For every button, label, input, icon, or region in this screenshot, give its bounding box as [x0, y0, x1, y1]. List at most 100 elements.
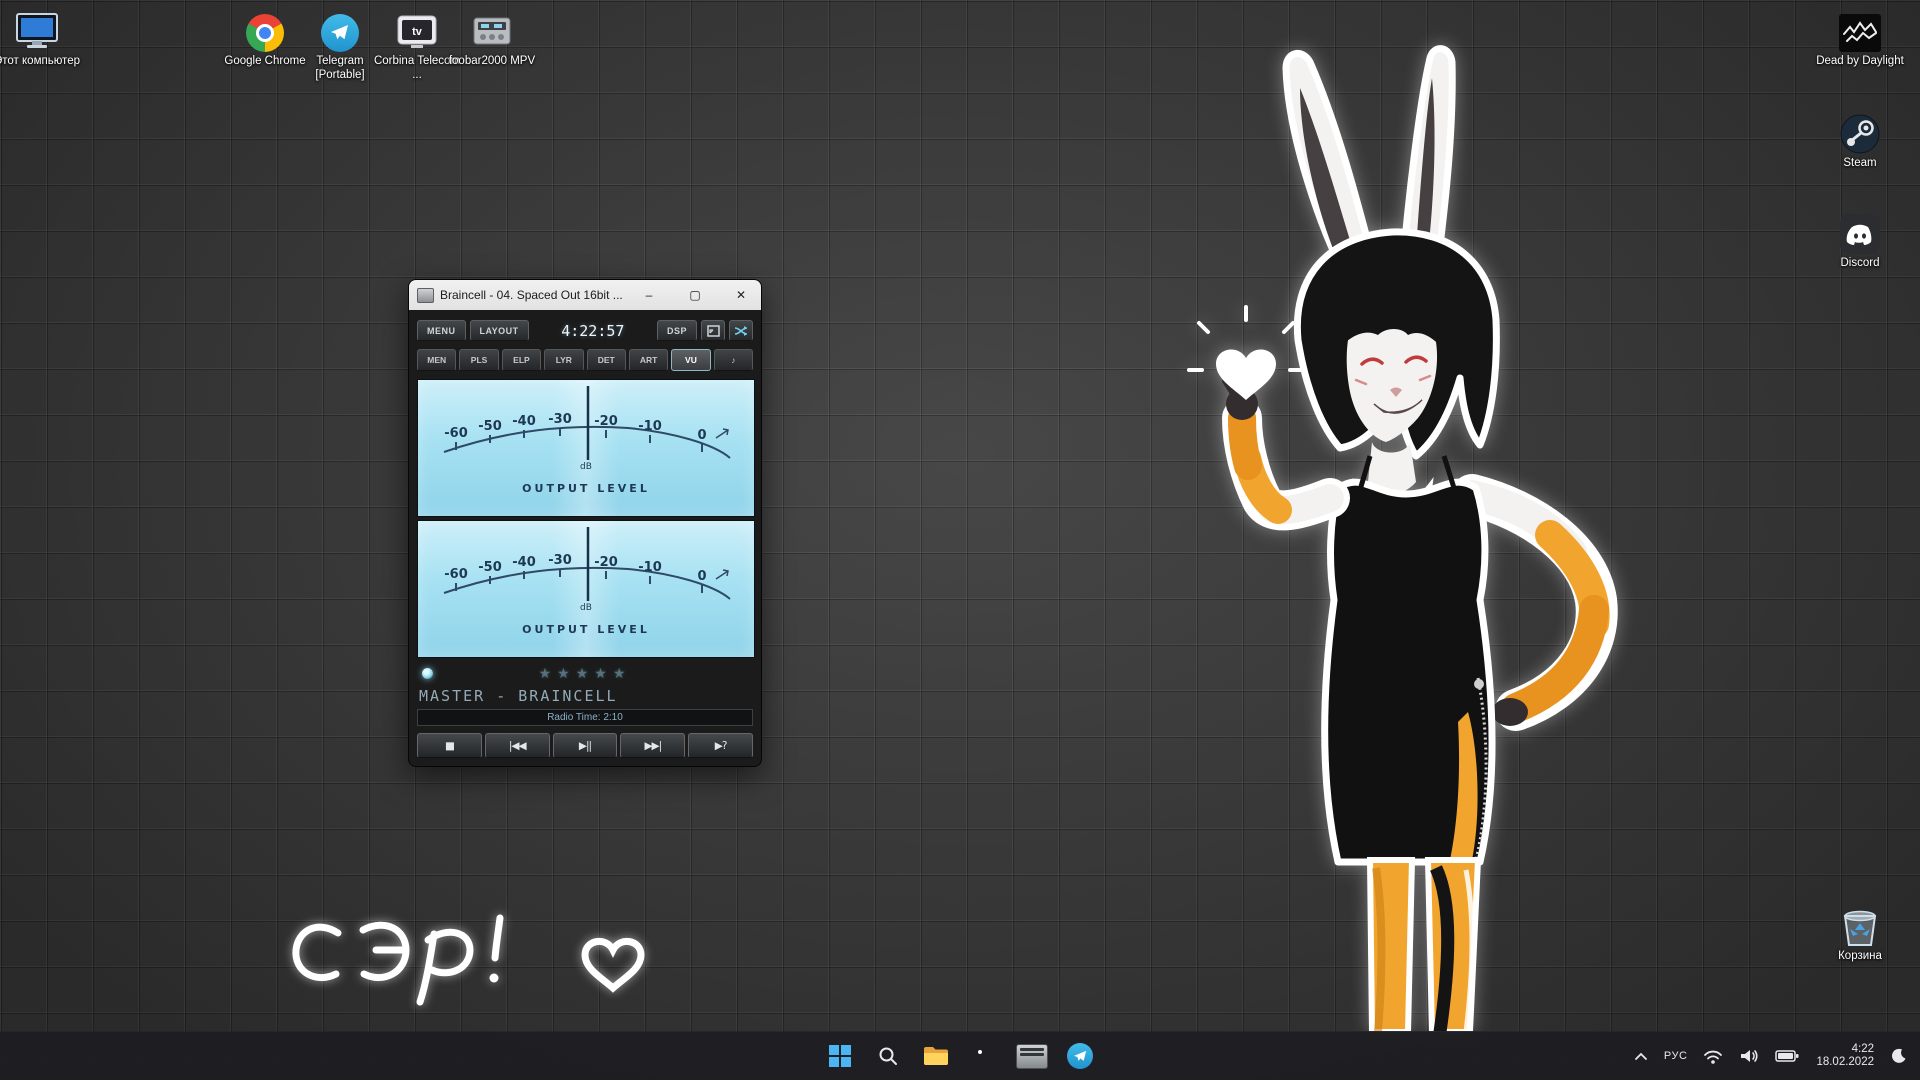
chevron-up-icon [1634, 1051, 1648, 1061]
foobar-icon [1016, 1044, 1048, 1069]
layout-button[interactable]: LAYOUT [470, 320, 529, 341]
svg-text:-10: -10 [638, 560, 662, 575]
maximize-button[interactable]: ▢ [675, 280, 715, 310]
svg-text:-30: -30 [548, 412, 572, 427]
foobar-taskbar-button[interactable] [1012, 1036, 1052, 1076]
foobar2000-icon [470, 10, 514, 52]
telegram-taskbar-button[interactable] [1060, 1036, 1100, 1076]
vu-meter-right: -60 -50 -40 -30 -20 -10 0 dB OUTPUT LEVE… [417, 520, 755, 658]
desktop: сэр! Этот компьютер Google Chrome [0, 0, 1920, 1080]
player-body: MENU LAYOUT 4:22:57 DSP [409, 310, 761, 766]
language-indicator[interactable]: РУС [1659, 1039, 1693, 1073]
tab-elp[interactable]: ELP [502, 349, 541, 371]
menu-row: MENU LAYOUT 4:22:57 DSP [417, 318, 753, 343]
svg-text:0: 0 [697, 569, 706, 584]
dead-by-daylight-icon [1839, 10, 1881, 52]
svg-text:-40: -40 [512, 555, 536, 570]
foobar-window: Braincell - 04. Spaced Out 16bit ... – ▢… [408, 279, 762, 767]
notification-moon-button[interactable] [1886, 1039, 1912, 1073]
discord-icon [1840, 212, 1880, 254]
chrome-taskbar-button[interactable] [964, 1036, 1004, 1076]
chrome-icon [246, 10, 284, 52]
tray-date: 18.02.2022 [1816, 1056, 1874, 1069]
desktop-icon-label: Telegram [Portable] [296, 55, 384, 82]
battery-button[interactable] [1770, 1039, 1804, 1073]
tab-playlist-note[interactable]: ♪ [714, 349, 753, 371]
wifi-button[interactable] [1698, 1039, 1728, 1073]
desktop-icon-label: Корзина [1838, 950, 1882, 964]
menu-button[interactable]: MENU [417, 320, 466, 341]
taskbar: РУС 4:22 [0, 1031, 1920, 1080]
rabbit-character [1180, 40, 1740, 1032]
desktop-icon-recycle-bin[interactable]: Корзина [1816, 905, 1904, 964]
start-button[interactable] [820, 1036, 860, 1076]
svg-text:-50: -50 [478, 560, 502, 575]
svg-text:OUTPUT LEVEL: OUTPUT LEVEL [522, 482, 650, 495]
svg-text:-40: -40 [512, 414, 536, 429]
minimize-button[interactable]: – [629, 280, 669, 310]
telegram-icon [321, 10, 359, 52]
taskbar-clock[interactable]: 4:22 18.02.2022 [1810, 1043, 1880, 1069]
vu-meter-stack: -60 -50 -40 -30 -20 -10 0 dB OUTPUT LEVE… [417, 379, 753, 658]
svg-text:-60: -60 [444, 567, 468, 582]
desktop-icon-steam[interactable]: Steam [1816, 112, 1904, 171]
desktop-icon-telegram[interactable]: Telegram [Portable] [296, 10, 384, 82]
desktop-icon-dead-by-daylight[interactable]: Dead by Daylight [1816, 10, 1904, 69]
tab-lyr[interactable]: LYR [544, 349, 583, 371]
tab-art[interactable]: ART [629, 349, 668, 371]
shuffle-icon-button[interactable] [729, 320, 753, 341]
rating-stars[interactable]: ★★★★★ [417, 665, 753, 682]
svg-text:-20: -20 [594, 555, 618, 570]
app-icon [417, 288, 434, 303]
search-icon [877, 1045, 899, 1067]
desktop-icon-label: Discord [1841, 257, 1880, 271]
desktop-icon-label: Этот компьютер [0, 55, 80, 69]
svg-text:-10: -10 [638, 419, 662, 434]
desktop-icon-discord[interactable]: Discord [1816, 212, 1904, 271]
tv-icon: tv [395, 10, 439, 52]
desktop-icon-label: foobar2000 MPV [449, 55, 535, 69]
folder-icon [923, 1045, 949, 1067]
svg-text:dB: dB [580, 603, 592, 613]
previous-button[interactable]: |◀◀ [485, 733, 550, 758]
play-random-button[interactable]: ▶? [688, 733, 753, 758]
svg-text:tv: tv [412, 26, 423, 38]
track-title: MASTER - BRAINCELL [417, 687, 753, 705]
desktop-icon-label: Google Chrome [224, 55, 305, 69]
tray-overflow-button[interactable] [1629, 1039, 1653, 1073]
next-button[interactable]: ▶▶| [620, 733, 685, 758]
search-button[interactable] [868, 1036, 908, 1076]
tab-det[interactable]: DET [587, 349, 626, 371]
dsp-button[interactable]: DSP [657, 320, 697, 341]
tab-men[interactable]: MEN [417, 349, 456, 371]
file-explorer-button[interactable] [916, 1036, 956, 1076]
svg-text:0: 0 [697, 428, 706, 443]
transport-controls: ■ |◀◀ ▶|| ▶▶| ▶? [417, 733, 753, 758]
svg-text:-60: -60 [444, 426, 468, 441]
volume-button[interactable] [1734, 1039, 1764, 1073]
telegram-icon [1067, 1043, 1093, 1069]
tab-vu[interactable]: VU [671, 349, 710, 371]
tray-time: 4:22 [1852, 1043, 1874, 1056]
battery-icon [1775, 1049, 1799, 1063]
desktop-icon-foobar2000[interactable]: foobar2000 MPV [448, 10, 536, 69]
window-title: Braincell - 04. Spaced Out 16bit ... [440, 288, 623, 302]
play-pause-button[interactable]: ▶|| [553, 733, 618, 758]
wifi-icon [1703, 1047, 1723, 1065]
svg-text:OUTPUT LEVEL: OUTPUT LEVEL [522, 623, 650, 636]
system-tray: РУС 4:22 [1629, 1032, 1912, 1080]
recycle-bin-icon [1838, 905, 1882, 947]
stop-button[interactable]: ■ [417, 733, 482, 758]
titlebar[interactable]: Braincell - 04. Spaced Out 16bit ... – ▢… [409, 280, 761, 310]
status-row: ★★★★★ [417, 661, 753, 685]
steam-icon [1840, 112, 1880, 154]
radio-time: Radio Time: 2:10 [417, 709, 753, 726]
tab-pls[interactable]: PLS [459, 349, 498, 371]
shuffle-icon [734, 325, 749, 337]
speaker-icon [1739, 1047, 1759, 1065]
close-button[interactable]: ✕ [721, 280, 761, 310]
desktop-icon-this-pc[interactable]: Этот компьютер [0, 10, 81, 69]
chrome-icon [971, 1043, 997, 1069]
console-icon-button[interactable] [701, 320, 725, 341]
taskbar-center [820, 1032, 1100, 1080]
